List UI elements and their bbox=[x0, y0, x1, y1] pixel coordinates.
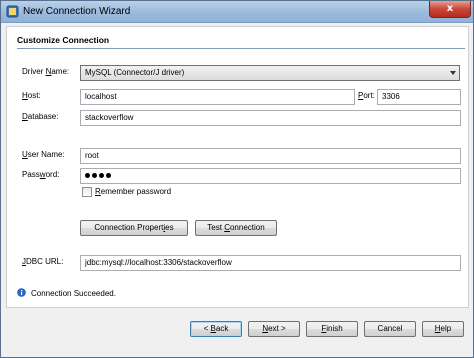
section-title: Customize Connection bbox=[17, 35, 110, 45]
database-label: Database: bbox=[22, 112, 59, 121]
back-button[interactable]: < Back bbox=[190, 321, 242, 337]
title-bar[interactable]: New Connection Wizard x bbox=[1, 1, 473, 23]
password-dot bbox=[106, 173, 111, 178]
port-label: Port: bbox=[358, 91, 375, 100]
wizard-window: New Connection Wizard x Customize Connec… bbox=[0, 0, 474, 358]
password-mask bbox=[85, 173, 111, 178]
cancel-button[interactable]: Cancel bbox=[364, 321, 416, 337]
password-dot bbox=[92, 173, 97, 178]
close-button[interactable]: x bbox=[429, 1, 471, 18]
test-connection-button[interactable]: Test Connection bbox=[195, 220, 277, 236]
port-field[interactable]: 3306 bbox=[377, 89, 461, 105]
finish-button[interactable]: Finish bbox=[306, 321, 358, 337]
host-label: Host: bbox=[22, 91, 41, 100]
database-field[interactable]: stackoverflow bbox=[80, 110, 461, 126]
driver-name-label: Driver Name: bbox=[22, 67, 70, 76]
next-button[interactable]: Next > bbox=[248, 321, 300, 337]
password-dot bbox=[99, 173, 104, 178]
password-dot bbox=[85, 173, 90, 178]
help-button[interactable]: Help bbox=[422, 321, 464, 337]
chevron-down-icon bbox=[450, 71, 456, 75]
connection-properties-button[interactable]: Connection Properties bbox=[80, 220, 188, 236]
password-label: Password: bbox=[22, 170, 60, 179]
dialog-client-area: Customize Connection Driver Name: MySQL … bbox=[6, 24, 469, 354]
jdbc-url-field[interactable]: jdbc:mysql://localhost:3306/stackoverflo… bbox=[80, 255, 461, 271]
username-label: User Name: bbox=[22, 150, 65, 159]
host-field[interactable]: localhost bbox=[80, 89, 355, 105]
netbeans-wizard-icon bbox=[6, 5, 19, 18]
jdbc-url-label: JDBC URL: bbox=[22, 257, 64, 266]
customize-connection-panel: Customize Connection Driver Name: MySQL … bbox=[6, 26, 469, 308]
password-field[interactable] bbox=[80, 168, 461, 184]
info-icon bbox=[17, 288, 26, 297]
remember-password-checkbox[interactable] bbox=[82, 187, 92, 197]
window-title: New Connection Wizard bbox=[23, 6, 131, 17]
remember-password-label: Remember password bbox=[95, 187, 172, 196]
driver-name-value: MySQL (Connector/J driver) bbox=[85, 68, 185, 77]
username-field[interactable]: root bbox=[80, 148, 461, 164]
section-divider bbox=[17, 48, 465, 49]
driver-name-select[interactable]: MySQL (Connector/J driver) bbox=[80, 65, 460, 81]
status-message: Connection Succeeded. bbox=[31, 289, 116, 298]
